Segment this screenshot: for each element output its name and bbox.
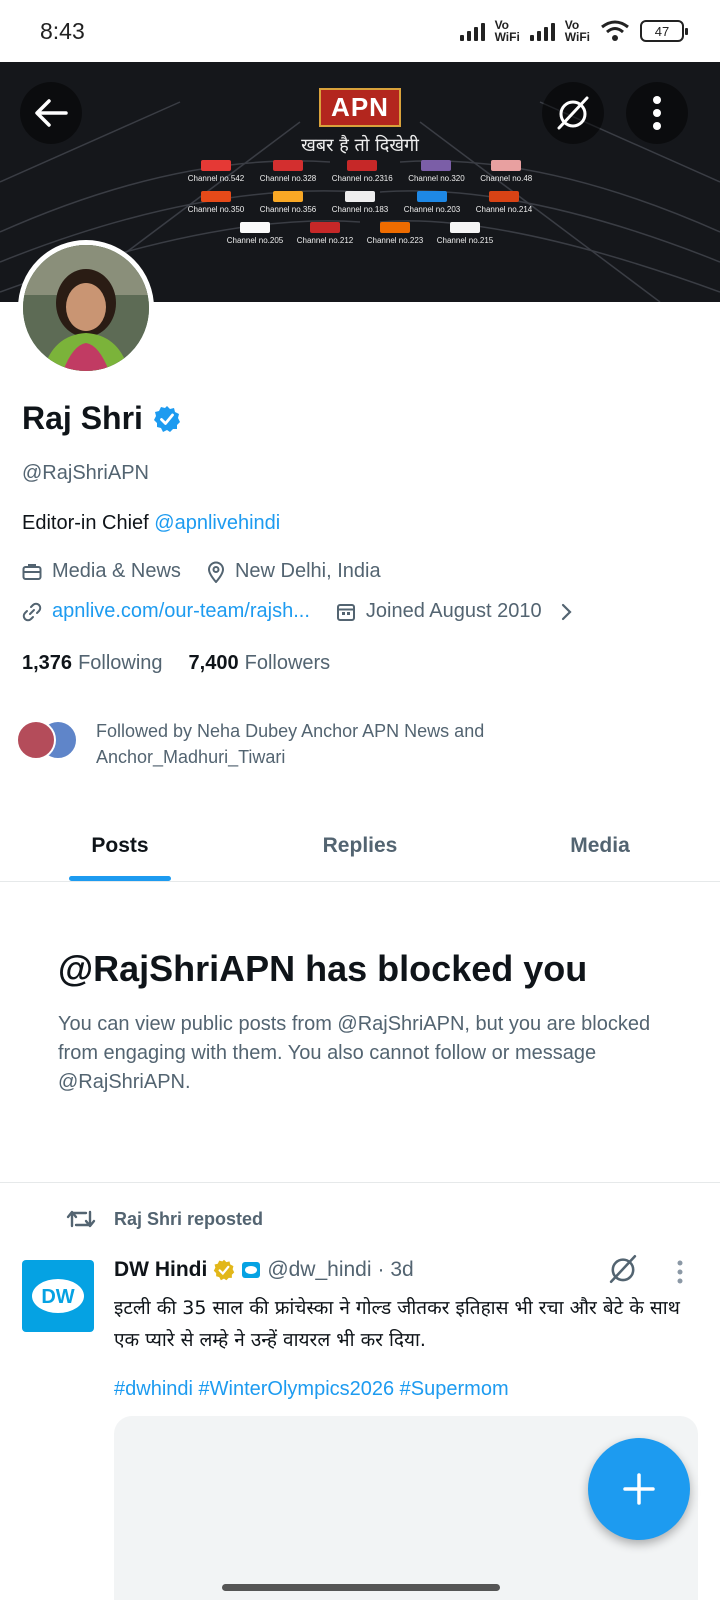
- status-icons: Vo WiFi Vo WiFi 47: [459, 18, 688, 44]
- channel-item: Channel no.215: [437, 222, 493, 245]
- profile-meta-row: apnlive.com/our-team/rajsh... Joined Aug…: [22, 600, 598, 623]
- dw-logo: DW: [32, 1279, 84, 1313]
- tab-posts[interactable]: Posts: [0, 810, 240, 881]
- svg-text:DW: DW: [41, 1286, 74, 1308]
- blocked-title: @RajShriAPN has blocked you: [58, 948, 588, 989]
- profile-name: Raj Shri: [22, 400, 143, 436]
- website-link[interactable]: apnlive.com/our-team/rajsh...: [52, 600, 310, 623]
- status-time: 8:43: [40, 17, 85, 44]
- channel-item: Channel no.350: [188, 191, 244, 214]
- signal-icon: [459, 21, 485, 41]
- post-more-button[interactable]: [676, 1260, 684, 1289]
- channel-item: Channel no.542: [188, 160, 244, 183]
- briefcase-icon: [22, 563, 42, 580]
- grok-icon: [609, 1254, 637, 1284]
- followed-by-avatars: [16, 718, 82, 764]
- following-link[interactable]: 1,376 Following: [22, 652, 163, 675]
- channel-item: Channel no.2316: [332, 160, 393, 183]
- vowifi-indicator: Vo WiFi: [564, 18, 590, 44]
- home-indicator[interactable]: [222, 1584, 500, 1591]
- followers-link[interactable]: 7,400 Followers: [189, 652, 331, 675]
- banner-tagline: खबर है तो दिखेगी: [301, 135, 419, 156]
- more-options-button[interactable]: [626, 82, 688, 144]
- compose-button[interactable]: [588, 1438, 690, 1540]
- status-bar: 8:43 Vo WiFi Vo WiFi 47: [0, 0, 720, 62]
- banner-brand: APN खबर है तो दिखेगी: [0, 88, 720, 157]
- signal-icon: [529, 21, 555, 41]
- verified-badge-icon[interactable]: [153, 405, 181, 433]
- post-author-avatar[interactable]: DW: [22, 1260, 94, 1332]
- arrow-left-icon: [35, 99, 68, 127]
- profile-stats: 1,376 Following 7,400 Followers: [22, 652, 330, 675]
- profile-handle: @RajShriAPN: [22, 462, 150, 484]
- post-header: DW Hindi @dw_hindi · 3d: [114, 1258, 414, 1282]
- bio-mention-link[interactable]: @apnlivehindi: [154, 512, 280, 534]
- repost-indicator: Raj Shri reposted: [66, 1208, 263, 1230]
- vowifi-indicator: Vo WiFi: [494, 18, 520, 44]
- channel-item: Channel no.328: [260, 160, 316, 183]
- affiliate-badge-icon[interactable]: [241, 1261, 261, 1279]
- gold-verified-badge-icon[interactable]: [213, 1259, 235, 1281]
- channel-list: Channel no.542 Channel no.328 Channel no…: [180, 160, 540, 253]
- channel-row: Channel no.542 Channel no.328 Channel no…: [180, 160, 540, 183]
- profile-name-row: Raj Shri: [22, 400, 181, 437]
- profile-bio: Editor-in Chief @apnlivehindi: [22, 512, 281, 534]
- channel-row: Channel no.350 Channel no.356 Channel no…: [180, 191, 540, 214]
- tab-media[interactable]: Media: [480, 810, 720, 881]
- repost-icon: [66, 1210, 96, 1228]
- wifi-icon: [601, 20, 629, 41]
- link-icon: [22, 602, 42, 621]
- channel-item: Channel no.214: [476, 191, 532, 214]
- plus-icon: [623, 1473, 655, 1505]
- calendar-icon: [336, 603, 355, 621]
- avatar: [16, 720, 56, 760]
- profile-joined[interactable]: Joined August 2010: [336, 600, 572, 623]
- profile-website[interactable]: apnlive.com/our-team/rajsh...: [22, 600, 310, 623]
- battery-icon: 47: [640, 20, 688, 42]
- back-button[interactable]: [20, 82, 82, 144]
- chevron-right-icon: [561, 603, 572, 620]
- post-author-name[interactable]: DW Hindi: [114, 1258, 207, 1282]
- blocked-description: You can view public posts from @RajShriA…: [58, 1013, 651, 1093]
- channel-item: Channel no.212: [297, 222, 353, 245]
- grok-icon: [557, 96, 589, 130]
- tab-replies[interactable]: Replies: [240, 810, 480, 881]
- profile-avatar[interactable]: [18, 240, 154, 376]
- post-author-handle: @dw_hindi: [267, 1258, 372, 1281]
- post-text: इटली की 35 साल की फ्रांचेस्का ने गोल्ड ज…: [114, 1297, 680, 1351]
- followed-by-text: Followed by Neha Dubey Anchor APN News a…: [96, 721, 485, 767]
- channel-row: Channel no.205 Channel no.212 Channel no…: [180, 222, 540, 245]
- channel-item: Channel no.205: [227, 222, 283, 245]
- channel-item: Channel no.203: [404, 191, 460, 214]
- channel-item: Channel no.183: [332, 191, 388, 214]
- divider: [0, 1182, 720, 1183]
- grok-button[interactable]: [542, 82, 604, 144]
- channel-item: Channel no.223: [367, 222, 423, 245]
- post-grok-button[interactable]: [606, 1252, 640, 1291]
- profile-tabs: Posts Replies Media: [0, 810, 720, 882]
- channel-item: Channel no.356: [260, 191, 316, 214]
- location-pin-icon: [207, 561, 224, 583]
- more-vertical-icon: [653, 96, 661, 130]
- profile-meta-row: Media & News New Delhi, India: [22, 560, 407, 583]
- channel-item: Channel no.48: [480, 160, 532, 183]
- profile-location: New Delhi, India: [207, 560, 381, 583]
- apn-logo: APN: [319, 88, 401, 127]
- post-hashtags[interactable]: #dwhindi #WinterOlympics2026 #Supermom: [114, 1378, 509, 1401]
- more-vertical-icon: [677, 1260, 683, 1284]
- profile-category: Media & News: [22, 560, 181, 583]
- channel-item: Channel no.320: [408, 160, 465, 183]
- avatar-photo: [23, 245, 149, 371]
- followed-by[interactable]: Followed by Neha Dubey Anchor APN News a…: [16, 718, 656, 770]
- post-time: · 3d: [377, 1258, 414, 1281]
